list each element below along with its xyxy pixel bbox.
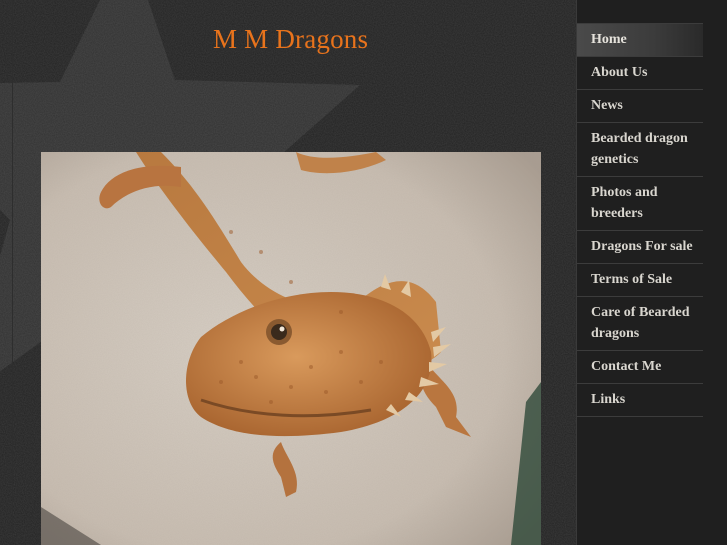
nav-item-home[interactable]: Home [577,23,703,57]
nav-item-care-of-bearded-dragons[interactable]: Care of Bearded dragons [577,297,703,351]
page: M M Dragons Home About Us News Bearded d… [0,0,727,545]
nav-item-dragons-for-sale[interactable]: Dragons For sale [577,231,703,264]
left-divider [12,0,13,545]
nav-item-contact-me[interactable]: Contact Me [577,351,703,384]
nav-item-terms-of-sale[interactable]: Terms of Sale [577,264,703,297]
nav-item-links[interactable]: Links [577,384,703,417]
nav-item-about-us[interactable]: About Us [577,57,703,90]
bearded-dragon-photo [41,152,541,545]
sidebar: Home About Us News Bearded dragon geneti… [576,0,727,545]
site-title[interactable]: M M Dragons [213,24,368,55]
main-nav: Home About Us News Bearded dragon geneti… [577,23,703,417]
nav-item-photos-and-breeders[interactable]: Photos and breeders [577,177,703,231]
nav-item-news[interactable]: News [577,90,703,123]
nav-item-bearded-dragon-genetics[interactable]: Bearded dragon genetics [577,123,703,177]
